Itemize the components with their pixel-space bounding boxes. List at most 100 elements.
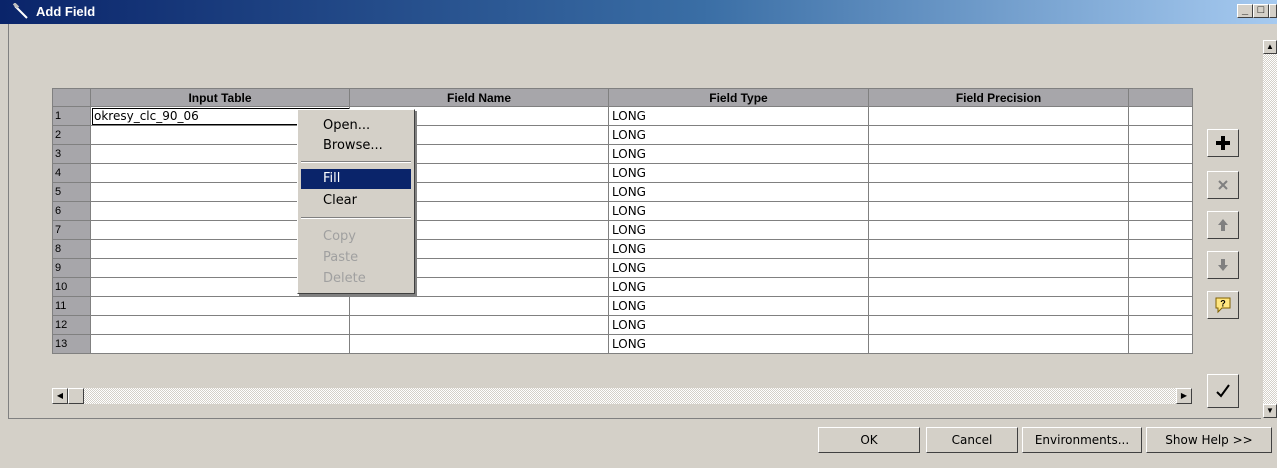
horizontal-scrollbar[interactable]: ◀ ▶ [52,388,1192,404]
column-header-input-table[interactable]: Input Table [90,88,350,107]
table-row[interactable]: 2 LONG [52,125,1193,145]
field-type-cell[interactable]: LONG [608,220,869,240]
scroll-thumb[interactable] [68,388,84,404]
close-button[interactable] [1269,4,1277,18]
remove-row-button[interactable] [1207,171,1239,199]
field-type-cell[interactable]: LONG [608,201,869,221]
table-row[interactable]: 6 LONG [52,201,1193,221]
row-number[interactable]: 8 [52,239,91,259]
field-precision-cell[interactable] [868,334,1129,354]
column-header-field-precision[interactable]: Field Precision [868,88,1129,107]
scroll-up-arrow-icon[interactable]: ▲ [1263,40,1277,54]
maximize-button[interactable]: □ [1253,4,1269,18]
column-header-field-type[interactable]: Field Type [608,88,869,107]
scroll-right-arrow-icon[interactable]: ▶ [1176,388,1192,404]
menu-item-fill[interactable]: Fill [301,169,411,189]
table-row[interactable]: 4 LONG [52,163,1193,183]
table-row[interactable]: 9 LONG [52,258,1193,278]
row-number[interactable]: 13 [52,334,91,354]
field-type-cell[interactable]: LONG [608,277,869,297]
field-type-cell[interactable]: LONG [608,239,869,259]
field-precision-cell[interactable] [868,201,1129,221]
ok-button[interactable]: OK [818,427,920,453]
field-name-cell[interactable] [349,315,609,335]
extra-cell[interactable] [1128,220,1193,240]
column-header-next[interactable] [1128,88,1193,107]
field-type-cell[interactable]: LONG [608,144,869,164]
menu-item-clear[interactable]: Clear [301,191,411,211]
menu-item-browse[interactable]: Browse... [301,136,411,156]
input-table-cell[interactable] [90,334,350,354]
field-precision-cell[interactable] [868,296,1129,316]
field-precision-cell[interactable] [868,220,1129,240]
field-name-cell[interactable] [349,296,609,316]
field-type-cell[interactable]: LONG [608,106,869,126]
menu-item-open[interactable]: Open... [301,116,411,136]
row-number[interactable]: 3 [52,144,91,164]
minimize-button[interactable]: _ [1237,4,1253,18]
column-header-field-name[interactable]: Field Name [349,88,609,107]
field-precision-cell[interactable] [868,106,1129,126]
table-row[interactable]: 5 LONG [52,182,1193,202]
table-row[interactable]: 11 LONG [52,296,1193,316]
row-number[interactable]: 9 [52,258,91,278]
row-number[interactable]: 6 [52,201,91,221]
table-row[interactable]: 8 LONG [52,239,1193,259]
show-help-button[interactable]: Show Help >> [1146,427,1272,453]
row-number[interactable]: 4 [52,163,91,183]
menu-item-copy[interactable]: Copy [301,227,411,247]
move-down-button[interactable] [1207,251,1239,279]
input-table-cell[interactable] [90,296,350,316]
field-type-cell[interactable]: LONG [608,334,869,354]
field-precision-cell[interactable] [868,125,1129,145]
field-precision-cell[interactable] [868,258,1129,278]
row-number[interactable]: 5 [52,182,91,202]
vertical-scrollbar[interactable]: ▲ ▼ [1263,40,1277,418]
extra-cell[interactable] [1128,201,1193,221]
menu-item-paste[interactable]: Paste [301,248,411,268]
extra-cell[interactable] [1128,182,1193,202]
table-row[interactable]: 7 LONG [52,220,1193,240]
cancel-button[interactable]: Cancel [926,427,1018,453]
extra-cell[interactable] [1128,144,1193,164]
row-number[interactable]: 7 [52,220,91,240]
extra-cell[interactable] [1128,125,1193,145]
title-bar[interactable]: Add Field _ □ [0,0,1277,24]
table-row[interactable]: 13 LONG [52,334,1193,354]
field-precision-cell[interactable] [868,315,1129,335]
field-type-cell[interactable]: LONG [608,258,869,278]
move-up-button[interactable] [1207,211,1239,239]
field-type-cell[interactable]: LONG [608,125,869,145]
extra-cell[interactable] [1128,106,1193,126]
scroll-down-arrow-icon[interactable]: ▼ [1263,404,1277,418]
field-precision-cell[interactable] [868,163,1129,183]
row-number[interactable]: 10 [52,277,91,297]
table-row[interactable]: 12 LONG [52,315,1193,335]
row-number[interactable]: 1 [52,106,91,126]
extra-cell[interactable] [1128,258,1193,278]
extra-cell[interactable] [1128,315,1193,335]
field-type-cell[interactable]: LONG [608,182,869,202]
row-number[interactable]: 2 [52,125,91,145]
field-precision-cell[interactable] [868,144,1129,164]
environments-button[interactable]: Environments... [1022,427,1142,453]
extra-cell[interactable] [1128,334,1193,354]
table-row[interactable]: 3 LONG [52,144,1193,164]
extra-cell[interactable] [1128,239,1193,259]
field-name-cell[interactable] [349,334,609,354]
row-number[interactable]: 11 [52,296,91,316]
table-row[interactable]: 1 okresy_clc_90_06 LONG [52,106,1193,126]
field-type-cell[interactable]: LONG [608,296,869,316]
extra-cell[interactable] [1128,277,1193,297]
field-precision-cell[interactable] [868,277,1129,297]
help-button[interactable]: ? [1207,291,1239,319]
check-button[interactable] [1207,374,1239,408]
field-precision-cell[interactable] [868,239,1129,259]
field-type-cell[interactable]: LONG [608,163,869,183]
field-precision-cell[interactable] [868,182,1129,202]
row-number[interactable]: 12 [52,315,91,335]
table-row[interactable]: 10 LONG [52,277,1193,297]
extra-cell[interactable] [1128,296,1193,316]
scroll-left-arrow-icon[interactable]: ◀ [52,388,68,404]
menu-item-delete[interactable]: Delete [301,269,411,289]
